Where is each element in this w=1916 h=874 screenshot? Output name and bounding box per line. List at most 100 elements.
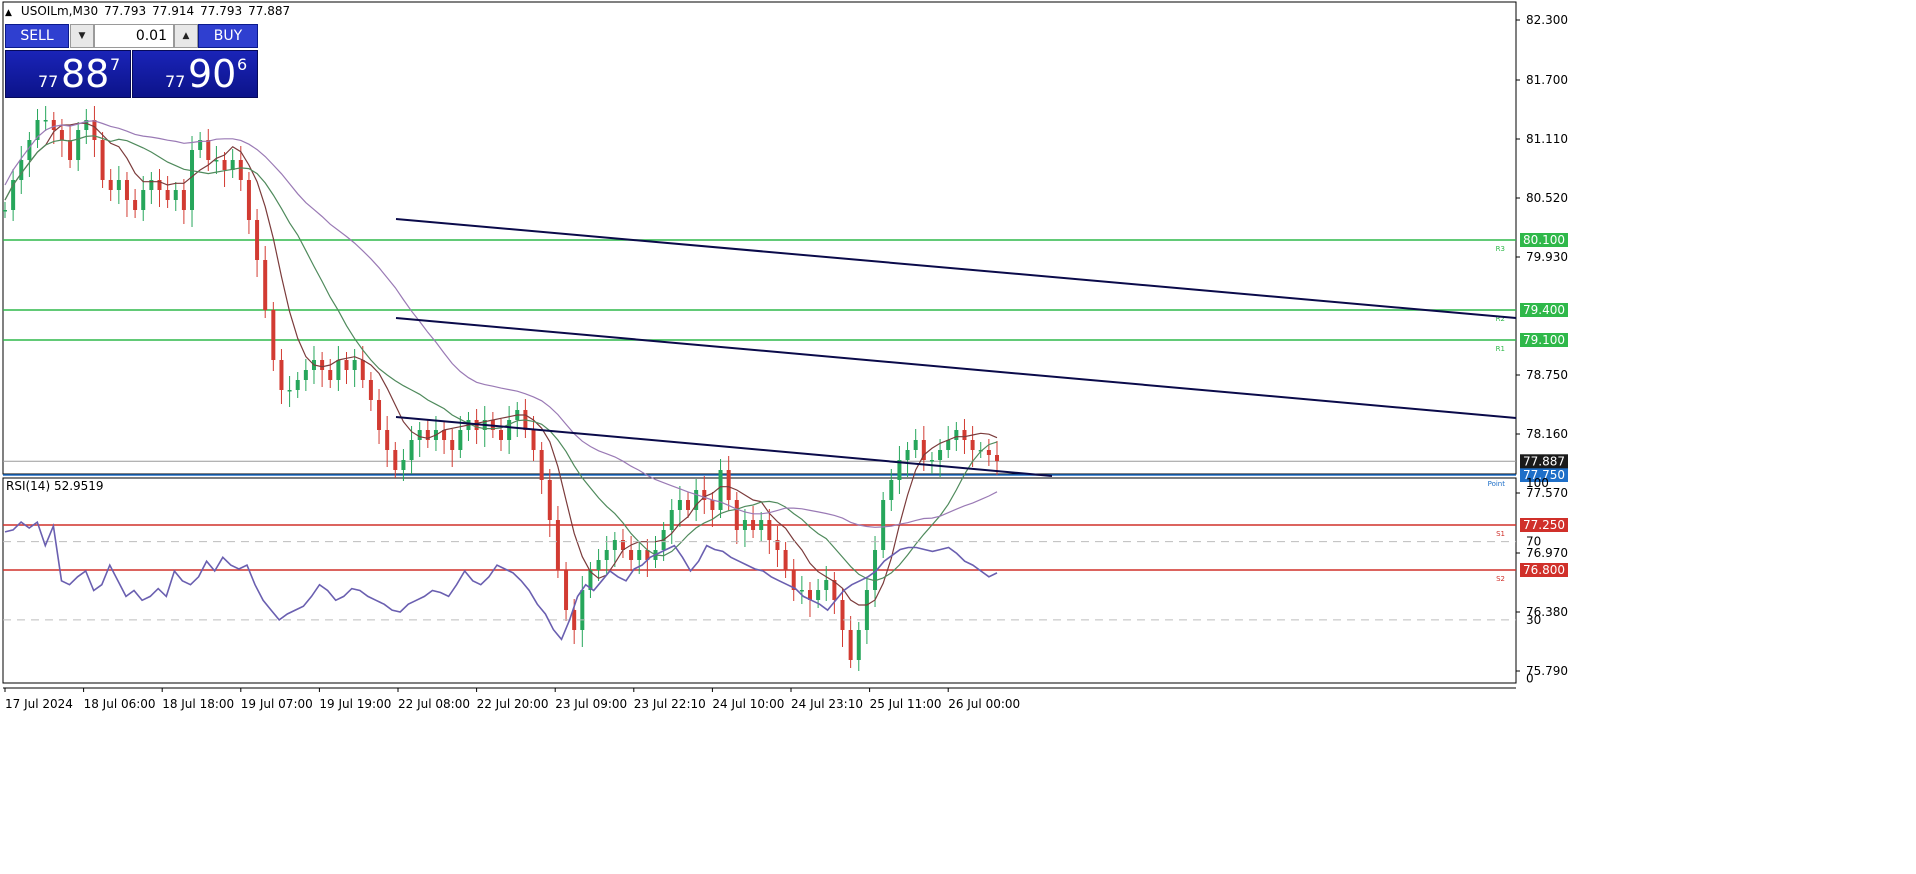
candle-body	[824, 580, 829, 590]
time-axis-label: 22 Jul 08:00	[398, 697, 470, 711]
candle-body	[507, 420, 512, 440]
trendline	[395, 218, 1517, 319]
candle-body	[564, 570, 569, 610]
trendline	[395, 317, 1517, 419]
candle-body	[783, 550, 788, 570]
pivot-level-value: 80.100	[1523, 233, 1565, 247]
candle-body	[100, 140, 105, 180]
candle-body	[68, 140, 73, 160]
time-axis-label: 24 Jul 23:10	[791, 697, 863, 711]
time-axis-label: 19 Jul 19:00	[319, 697, 391, 711]
candle-body	[287, 390, 292, 392]
candle-body	[43, 120, 48, 122]
candle-body	[458, 430, 463, 450]
candle-body	[263, 260, 268, 310]
candle-body	[59, 130, 64, 140]
candle-body	[165, 190, 170, 200]
candle-body	[360, 360, 365, 380]
candle-body	[742, 520, 747, 530]
candle-body	[133, 200, 138, 210]
candle-body	[938, 450, 943, 460]
rsi-axis-label: 100	[1526, 476, 1549, 490]
lot-size-input[interactable]: 0.01	[94, 24, 174, 48]
price-axis-label: 78.160	[1526, 427, 1568, 441]
trading-chart: 82.300 81.700 81.110 80.520 79.930 78.750 78.1…	[2, 1, 1568, 711]
buy-button[interactable]: BUY	[198, 24, 258, 48]
buy-price-main: 90	[188, 52, 237, 96]
pivot-level-value: 79.400	[1523, 303, 1565, 317]
rsi-line	[4, 520, 998, 641]
candle-body	[279, 360, 284, 390]
buy-price-prefix: 77	[165, 72, 186, 91]
lot-increase-icon[interactable]: ▲	[174, 24, 198, 48]
buy-price-box[interactable]: 77 90 6	[132, 50, 258, 98]
caret-up-icon: ▲	[5, 8, 12, 18]
candle-body	[173, 190, 178, 200]
candle-body	[555, 520, 560, 570]
candle-body	[669, 510, 674, 530]
candle-body	[677, 500, 682, 510]
candle-body	[368, 380, 373, 400]
candle-body	[116, 180, 121, 190]
candle-body	[962, 430, 967, 440]
sell-price-fraction: 7	[110, 55, 121, 74]
candle-body	[385, 430, 390, 450]
candle-body	[401, 460, 406, 470]
candle-body	[344, 360, 349, 370]
rsi-pane-frame	[2, 477, 1517, 684]
candle-body	[726, 470, 731, 500]
candle-body	[499, 430, 503, 440]
time-axis-label: 22 Jul 20:00	[477, 697, 549, 711]
candle-body	[596, 560, 601, 570]
pivot-level-value: 79.100	[1523, 333, 1565, 347]
time-axis-label: 24 Jul 10:00	[712, 697, 784, 711]
pivot-level-value: 76.800	[1523, 563, 1565, 577]
sell-price-box[interactable]: 77 88 7	[5, 50, 131, 98]
candle-body	[547, 480, 552, 520]
candle-body	[328, 370, 333, 380]
candle-body	[141, 190, 146, 210]
price-axis-label: 81.700	[1526, 73, 1568, 87]
candle-body	[799, 590, 804, 592]
current-price-value: 77.887	[1523, 454, 1565, 468]
candle-body	[954, 430, 959, 440]
time-axis-label: 26 Jul 00:00	[948, 697, 1020, 711]
rsi-axis-label: 30	[1526, 613, 1541, 627]
candle-body	[946, 440, 951, 450]
candle-body	[320, 360, 325, 370]
price-axis-label: 81.110	[1526, 132, 1568, 146]
candle-body	[710, 500, 715, 510]
low-value: 77.793	[200, 4, 243, 18]
candle-body	[222, 160, 227, 170]
candle-body	[539, 450, 544, 480]
time-axis-label: 18 Jul 06:00	[84, 697, 156, 711]
sell-price-prefix: 77	[38, 72, 59, 91]
rsi-axis-label: 70	[1526, 535, 1541, 549]
pivot-level-marker: Point	[1488, 480, 1506, 488]
pivot-level-marker: S2	[1496, 575, 1505, 583]
buy-price-fraction: 6	[237, 55, 248, 74]
candle-body	[905, 450, 910, 460]
chart-header: ▲ USOILm,M30 77.793 77.914 77.793 77.887	[5, 4, 290, 18]
rsi-label: RSI(14) 52.9519	[6, 479, 104, 493]
time-axis-label: 17 Jul 2024	[5, 697, 73, 711]
candle-body	[686, 500, 691, 510]
candle-body	[19, 160, 24, 180]
pivot-level-marker: R1	[1496, 345, 1505, 353]
sell-button[interactable]: SELL	[5, 24, 69, 48]
price-axis-label: 79.930	[1526, 250, 1568, 264]
candle-body	[246, 180, 251, 220]
high-value: 77.914	[152, 4, 195, 18]
candle-body	[604, 550, 609, 560]
candle-body	[295, 380, 300, 390]
candle-body	[637, 550, 642, 560]
candle-body	[612, 540, 617, 550]
candle-body	[889, 480, 894, 500]
time-axis-label: 25 Jul 11:00	[870, 697, 942, 711]
lot-decrease-icon[interactable]: ▼	[70, 24, 94, 48]
candle-body	[629, 550, 634, 560]
candle-body	[377, 400, 382, 430]
sell-price-main: 88	[61, 52, 110, 96]
price-axis-label: 82.300	[1526, 13, 1568, 27]
candle-body	[913, 440, 918, 450]
